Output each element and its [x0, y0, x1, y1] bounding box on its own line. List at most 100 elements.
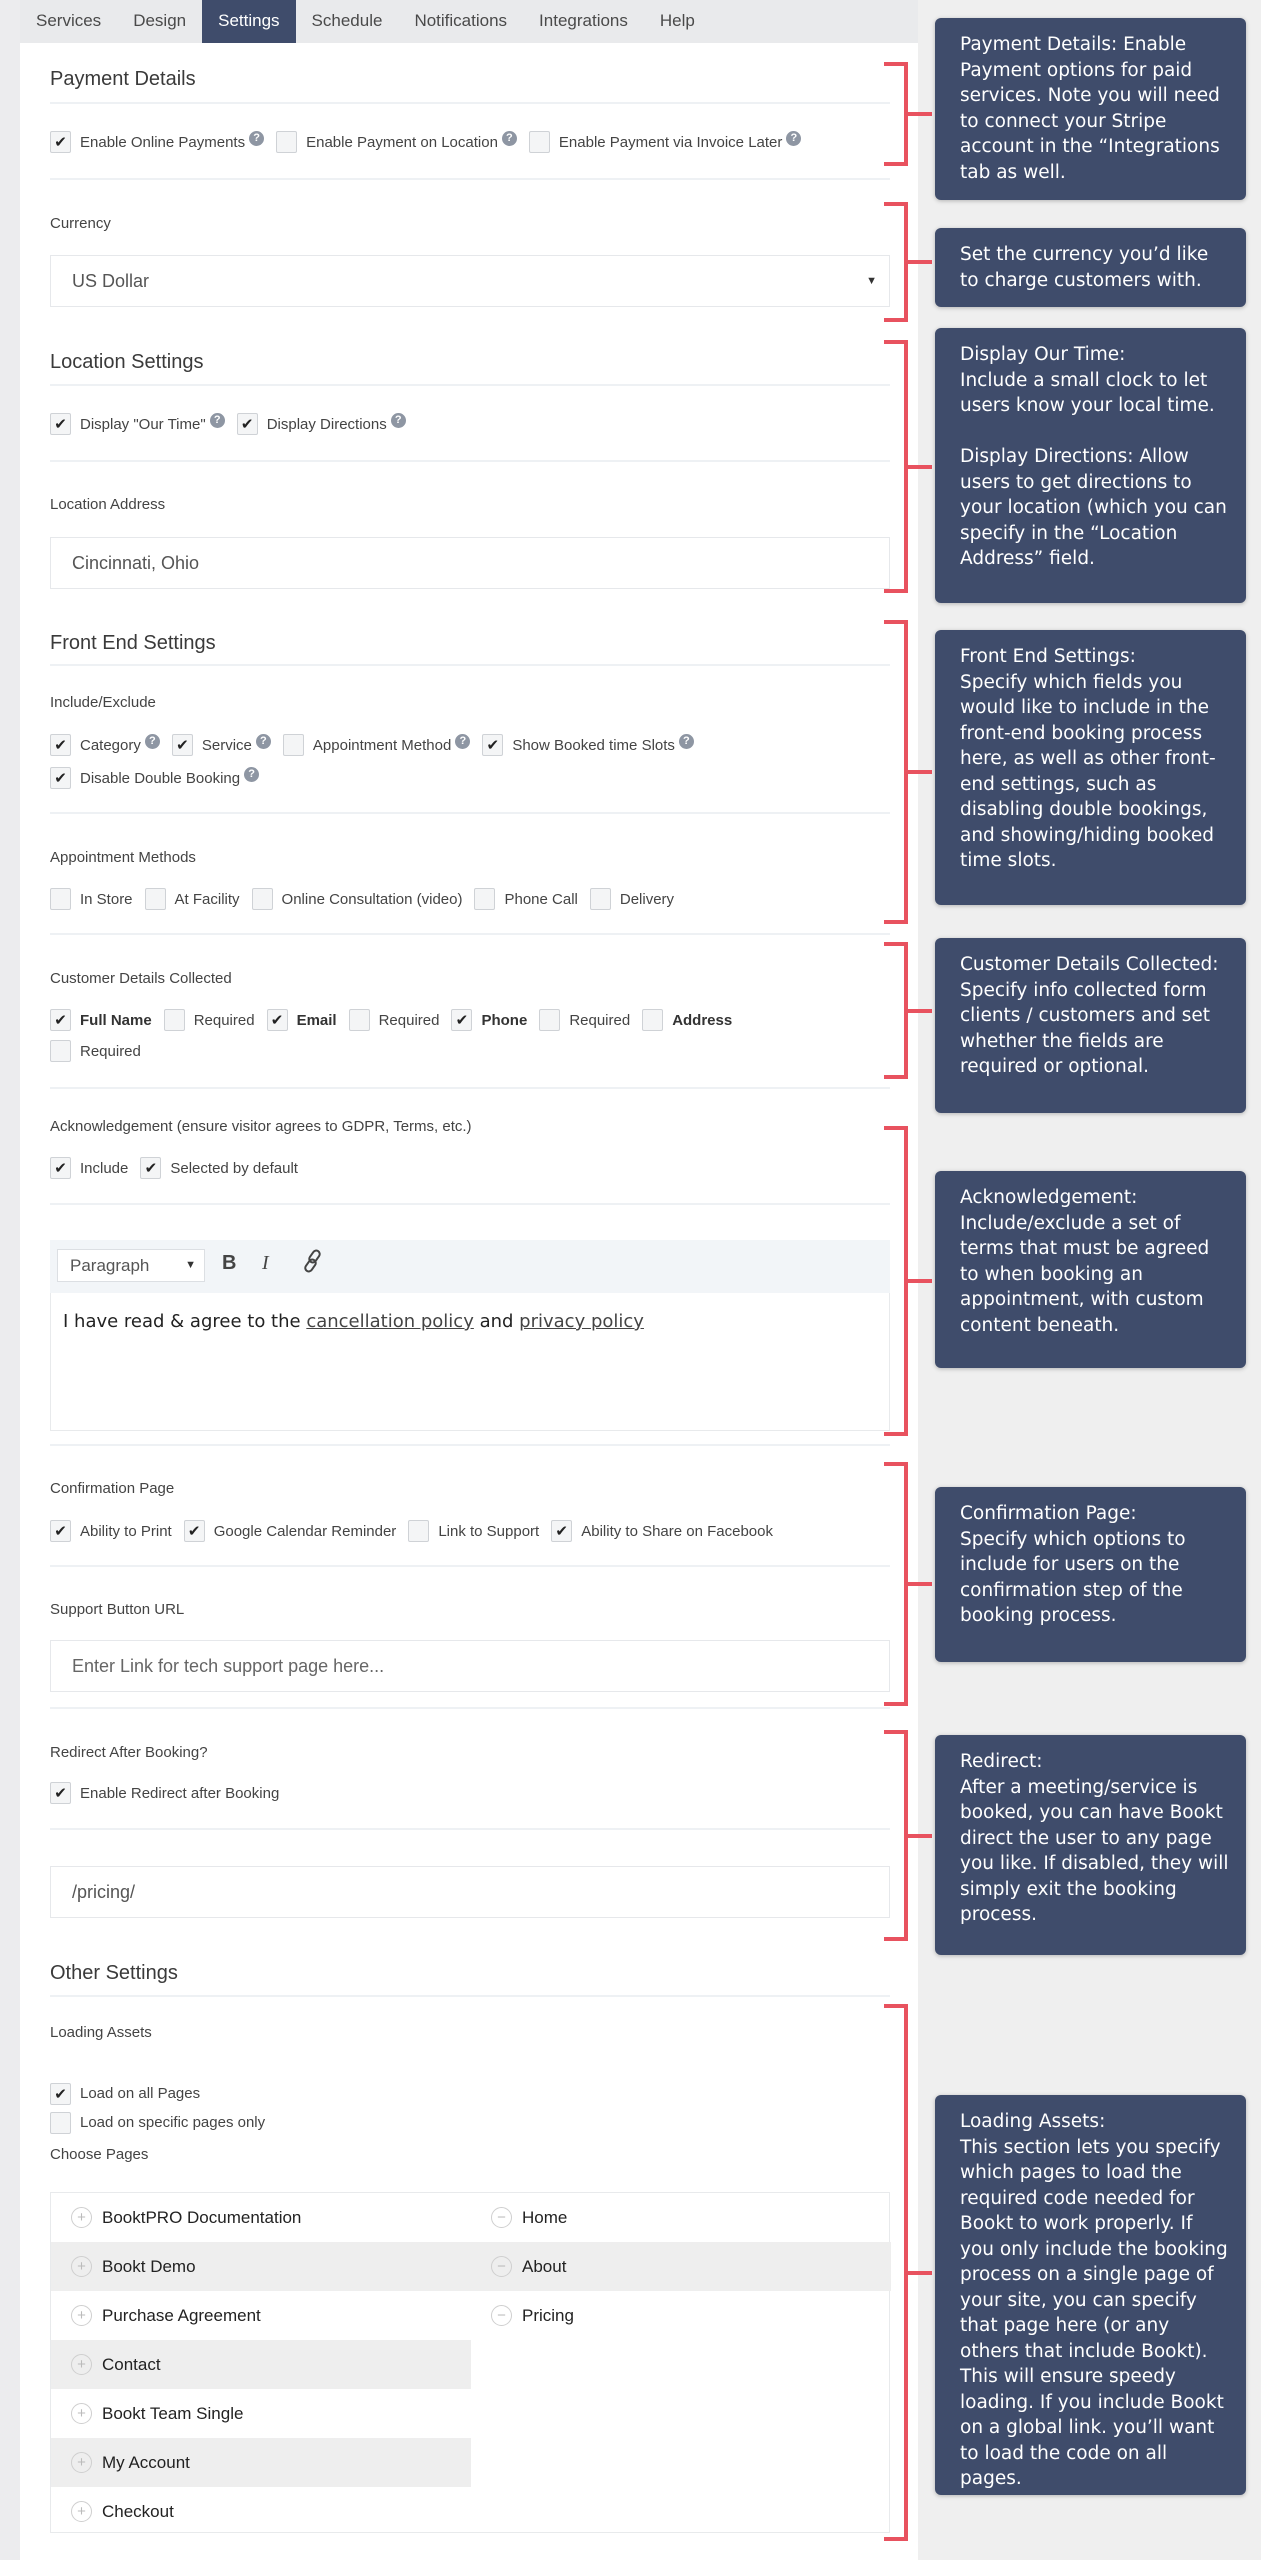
link-button[interactable]: [302, 1249, 324, 1279]
option-appointment-method[interactable]: Appointment Method?: [282, 733, 471, 756]
option-required[interactable]: Required: [539, 1009, 630, 1031]
checkbox-unchecked[interactable]: [474, 888, 496, 910]
tab-integrations[interactable]: Integrations: [523, 0, 644, 43]
option-load-on-all-pages[interactable]: ✔ Load on all Pages: [50, 2082, 200, 2105]
help-icon[interactable]: ?: [209, 412, 225, 428]
tab-design[interactable]: Design: [117, 0, 202, 43]
minus-circle-icon[interactable]: −: [491, 2256, 512, 2277]
minus-circle-icon[interactable]: −: [491, 2305, 512, 2326]
location-address-input[interactable]: Cincinnati, Ohio: [50, 537, 890, 589]
option-phone[interactable]: ✔ Phone: [451, 1009, 527, 1031]
checkbox-checked[interactable]: ✔: [482, 734, 504, 756]
option-enable-online-payments[interactable]: ✔ Enable Online Payments?: [50, 130, 265, 153]
checkbox-checked[interactable]: ✔: [171, 734, 193, 756]
option-ability-to-print[interactable]: ✔ Ability to Print: [50, 1520, 172, 1542]
option-in-store[interactable]: In Store: [50, 888, 133, 910]
checkbox-checked[interactable]: ✔: [50, 1157, 71, 1179]
help-icon[interactable]: ?: [244, 766, 260, 782]
option-google-calendar-reminder[interactable]: ✔ Google Calendar Reminder: [183, 1520, 396, 1542]
option-display-our-time[interactable]: ✔ Display "Our Time"?: [50, 412, 225, 435]
available-page-item[interactable]: + My Account: [51, 2438, 471, 2487]
checkbox-checked[interactable]: ✔: [50, 131, 71, 153]
available-page-item[interactable]: + Checkout: [51, 2487, 471, 2536]
checkbox-unchecked[interactable]: [348, 1009, 370, 1031]
checkbox-checked[interactable]: ✔: [50, 734, 71, 756]
help-icon[interactable]: ?: [455, 733, 471, 749]
checkbox-checked[interactable]: ✔: [50, 1782, 71, 1804]
checkbox-unchecked[interactable]: [408, 1520, 430, 1542]
option-enable-payment-via-invoice-later[interactable]: Enable Payment via Invoice Later?: [528, 130, 802, 153]
checkbox-checked[interactable]: ✔: [266, 1009, 288, 1031]
available-page-item[interactable]: + Contact: [51, 2340, 471, 2389]
checkbox-unchecked[interactable]: [282, 734, 304, 756]
checkbox-checked[interactable]: ✔: [551, 1520, 573, 1542]
checkbox-unchecked[interactable]: [276, 131, 298, 153]
checkbox-checked[interactable]: ✔: [50, 767, 71, 789]
option-selected-by-default[interactable]: ✔ Selected by default: [140, 1157, 298, 1179]
option-required[interactable]: Required: [163, 1009, 255, 1031]
option-category[interactable]: ✔ Category?: [50, 733, 160, 756]
plus-circle-icon[interactable]: +: [71, 2354, 92, 2375]
checkbox-unchecked[interactable]: [163, 1009, 185, 1031]
option-at-facility[interactable]: At Facility: [144, 888, 240, 910]
plus-circle-icon[interactable]: +: [71, 2501, 92, 2522]
option-full-name[interactable]: ✔ Full Name: [50, 1009, 152, 1031]
plus-circle-icon[interactable]: +: [71, 2452, 92, 2473]
checkbox-checked[interactable]: ✔: [50, 1520, 71, 1542]
option-show-booked-time-slots[interactable]: ✔ Show Booked time Slots?: [482, 733, 694, 756]
tab-notifications[interactable]: Notifications: [398, 0, 523, 43]
checkbox-unchecked[interactable]: [589, 888, 611, 910]
option-phone-call[interactable]: Phone Call: [474, 888, 578, 910]
option-online-consultation-video[interactable]: Online Consultation (video): [251, 888, 462, 910]
option-include[interactable]: ✔ Include: [50, 1157, 128, 1179]
option-link-to-support[interactable]: Link to Support: [408, 1520, 539, 1542]
plus-circle-icon[interactable]: +: [71, 2207, 92, 2228]
currency-select[interactable]: US Dollar ▼: [50, 255, 890, 307]
help-icon[interactable]: ?: [678, 733, 694, 749]
option-delivery[interactable]: Delivery: [589, 888, 674, 910]
format-select[interactable]: Paragraph ▼: [57, 1249, 205, 1282]
checkbox-checked[interactable]: ✔: [236, 413, 258, 435]
plus-circle-icon[interactable]: +: [71, 2403, 92, 2424]
option-address[interactable]: Address: [642, 1009, 732, 1031]
checkbox-unchecked[interactable]: [50, 1040, 71, 1062]
checkbox-unchecked[interactable]: [642, 1009, 664, 1031]
tab-help[interactable]: Help: [644, 0, 711, 43]
help-icon[interactable]: ?: [786, 130, 802, 146]
available-page-item[interactable]: + Bookt Team Single: [51, 2389, 471, 2438]
checkbox-unchecked[interactable]: [528, 131, 550, 153]
option-required[interactable]: Required: [348, 1009, 439, 1031]
privacy-policy-link[interactable]: privacy policy: [519, 1311, 644, 1332]
checkbox-unchecked[interactable]: [50, 888, 71, 910]
help-icon[interactable]: ?: [390, 412, 406, 428]
option-ability-to-share-on-facebook[interactable]: ✔ Ability to Share on Facebook: [551, 1520, 773, 1542]
tab-settings[interactable]: Settings: [202, 0, 296, 43]
checkbox-unchecked[interactable]: [144, 888, 166, 910]
checkbox-checked[interactable]: ✔: [50, 1009, 71, 1031]
option-enable-redirect-after-booking[interactable]: ✔ Enable Redirect after Booking: [50, 1782, 279, 1804]
tab-schedule[interactable]: Schedule: [296, 0, 399, 43]
selected-page-item[interactable]: − Home: [471, 2193, 889, 2242]
option-display-directions[interactable]: ✔ Display Directions?: [236, 412, 406, 435]
option-load-on-specific-pages-only[interactable]: Load on specific pages only: [50, 2111, 265, 2134]
tab-services[interactable]: Services: [20, 0, 117, 43]
checkbox-checked[interactable]: ✔: [50, 413, 71, 435]
option-disable-double-booking[interactable]: ✔ Disable Double Booking?: [50, 766, 260, 789]
option-required[interactable]: Required: [50, 1040, 141, 1062]
plus-circle-icon[interactable]: +: [71, 2305, 92, 2326]
help-icon[interactable]: ?: [249, 130, 265, 146]
selected-page-item[interactable]: − Pricing: [471, 2291, 889, 2340]
selected-page-item[interactable]: − About: [471, 2242, 889, 2291]
redirect-url-input[interactable]: /pricing/: [50, 1866, 890, 1918]
help-icon[interactable]: ?: [501, 130, 517, 146]
italic-button[interactable]: I: [262, 1252, 269, 1275]
checkbox-checked[interactable]: ✔: [183, 1520, 205, 1542]
option-service[interactable]: ✔ Service?: [171, 733, 271, 756]
bold-button[interactable]: B: [222, 1252, 236, 1275]
acknowledgement-editor[interactable]: I have read & agree to the cancellation …: [50, 1293, 890, 1431]
minus-circle-icon[interactable]: −: [491, 2207, 512, 2228]
plus-circle-icon[interactable]: +: [71, 2256, 92, 2277]
option-email[interactable]: ✔ Email: [266, 1009, 337, 1031]
checkbox-unchecked[interactable]: [50, 2111, 71, 2134]
checkbox-checked[interactable]: ✔: [50, 2082, 71, 2105]
